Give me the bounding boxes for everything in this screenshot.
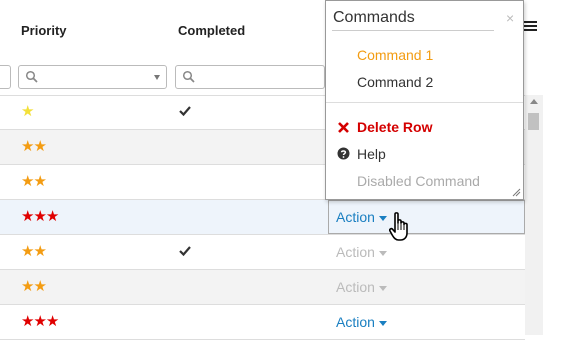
priority-stars: ★★ xyxy=(21,173,47,190)
menu-item-disabled-command: Disabled Command xyxy=(357,173,480,189)
caret-down-icon xyxy=(378,215,387,221)
action-dropdown[interactable]: Action xyxy=(336,279,387,295)
priority-stars: ★★★ xyxy=(21,313,59,330)
resize-grip-icon[interactable] xyxy=(512,188,521,197)
search-icon xyxy=(25,70,38,83)
delete-icon xyxy=(338,122,349,133)
priority-stars: ★ xyxy=(21,103,34,120)
priority-stars: ★★ xyxy=(21,138,47,155)
priority-filter[interactable] xyxy=(18,65,167,89)
action-dropdown[interactable]: Action xyxy=(336,244,387,260)
table-row[interactable]: ★★ Action xyxy=(0,235,525,270)
menu-divider xyxy=(326,102,523,103)
hand-cursor-icon xyxy=(389,212,408,241)
scroll-thumb[interactable] xyxy=(528,113,539,130)
vertical-scrollbar[interactable] xyxy=(525,95,543,335)
menu-item-command-1[interactable]: Command 1 xyxy=(357,47,433,63)
title-divider xyxy=(332,30,494,31)
priority-stars: ★★ xyxy=(21,278,47,295)
action-dropdown[interactable]: Action xyxy=(336,209,387,225)
scroll-up-icon[interactable] xyxy=(530,99,538,104)
menu-item-help[interactable]: Help xyxy=(357,146,386,162)
completed-filter[interactable] xyxy=(175,65,325,89)
close-icon[interactable]: × xyxy=(506,10,514,26)
caret-down-icon xyxy=(378,320,387,326)
chevron-down-icon[interactable] xyxy=(154,75,160,80)
help-icon xyxy=(337,147,350,160)
priority-stars: ★★ xyxy=(21,243,47,260)
action-dropdown[interactable]: Action xyxy=(336,314,387,330)
column-header-priority[interactable]: Priority xyxy=(21,23,67,38)
caret-down-icon xyxy=(378,250,387,256)
filter-input-first[interactable] xyxy=(0,65,11,89)
menu-item-command-2[interactable]: Command 2 xyxy=(357,74,433,90)
table-row[interactable]: ★★★ Action xyxy=(0,200,525,235)
menu-item-delete-row[interactable]: Delete Row xyxy=(357,119,432,135)
priority-stars: ★★★ xyxy=(21,208,59,225)
search-icon xyxy=(182,70,195,83)
table-row[interactable]: ★★ Action xyxy=(0,270,525,305)
menu-icon[interactable] xyxy=(523,21,537,32)
check-icon xyxy=(179,106,191,117)
commands-popup: Commands × Command 1 Command 2 Delete Ro… xyxy=(325,0,524,200)
popup-title: Commands xyxy=(333,9,415,26)
caret-down-icon xyxy=(378,285,387,291)
column-header-completed[interactable]: Completed xyxy=(178,23,245,38)
check-icon xyxy=(179,246,191,257)
